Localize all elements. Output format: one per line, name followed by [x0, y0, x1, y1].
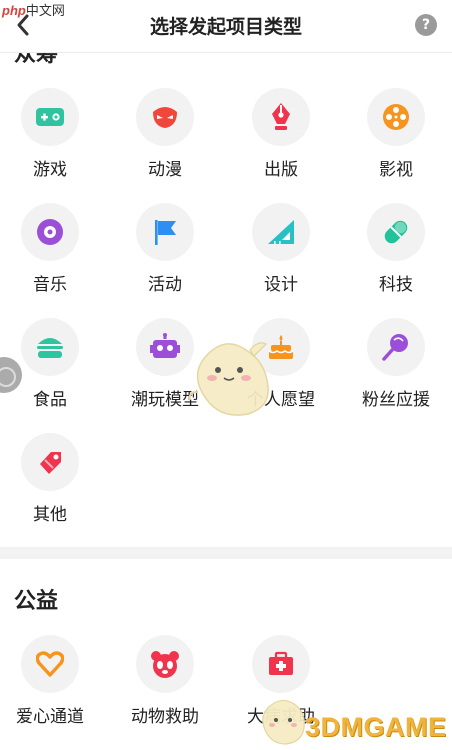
- category-anime[interactable]: 动漫: [115, 88, 215, 188]
- category-animal-rescue[interactable]: 动物救助: [115, 635, 215, 735]
- category-music[interactable]: 音乐: [0, 203, 100, 303]
- top-nav-bar: 选择发起项目类型 ?: [0, 0, 452, 53]
- category-label: 活动: [148, 275, 182, 295]
- category-charity-love[interactable]: 爱心通道: [0, 635, 100, 735]
- category-label: 设计: [264, 275, 298, 295]
- category-game[interactable]: 游戏: [0, 88, 100, 188]
- 3dmgame-watermark: 3DMGAME: [305, 712, 447, 742]
- category-other[interactable]: 其他: [0, 433, 100, 533]
- category-tech[interactable]: 科技: [346, 203, 446, 303]
- triangle-ruler-icon: [252, 203, 310, 261]
- help-button[interactable]: ?: [415, 14, 437, 36]
- category-publishing[interactable]: 出版: [231, 88, 331, 188]
- category-label: 科技: [379, 275, 413, 295]
- category-fan-support[interactable]: 粉丝应援: [346, 318, 446, 418]
- category-label: 游戏: [33, 160, 67, 180]
- page-title: 选择发起项目类型: [149, 16, 302, 38]
- php-cn-watermark: php中文网: [2, 3, 65, 18]
- film-reel-icon: [367, 88, 425, 146]
- mask-icon: [136, 88, 194, 146]
- section-divider: [0, 547, 452, 559]
- lollipop-icon: [367, 318, 425, 376]
- first-aid-kit-icon: [252, 635, 310, 693]
- category-label: 动漫: [148, 160, 182, 180]
- category-label: 其他: [33, 505, 67, 525]
- pen-nib-icon: [252, 88, 310, 146]
- category-design[interactable]: 设计: [231, 203, 331, 303]
- robot-icon: [136, 318, 194, 376]
- burger-icon: [21, 318, 79, 376]
- category-label: 爱心通道: [16, 707, 84, 727]
- category-label: 出版: [264, 160, 298, 180]
- category-label: 音乐: [33, 275, 67, 295]
- tag-icon: [21, 433, 79, 491]
- category-film[interactable]: 影视: [346, 88, 446, 188]
- capsule-icon: [367, 203, 425, 261]
- category-label: 动物救助: [131, 707, 199, 727]
- circle-icon: [0, 367, 16, 387]
- category-label: 食品: [33, 390, 67, 410]
- panda-icon: [136, 635, 194, 693]
- category-label: 粉丝应援: [362, 390, 430, 410]
- heart-icon: [21, 635, 79, 693]
- mascot-watermark: [188, 332, 278, 424]
- section-title-charity: 公益: [14, 589, 59, 614]
- flag-icon: [136, 203, 194, 261]
- mascot-small-watermark: [258, 694, 308, 750]
- category-label: 影视: [379, 160, 413, 180]
- gamepad-icon: [21, 88, 79, 146]
- vinyl-record-icon: [21, 203, 79, 261]
- category-event[interactable]: 活动: [115, 203, 215, 303]
